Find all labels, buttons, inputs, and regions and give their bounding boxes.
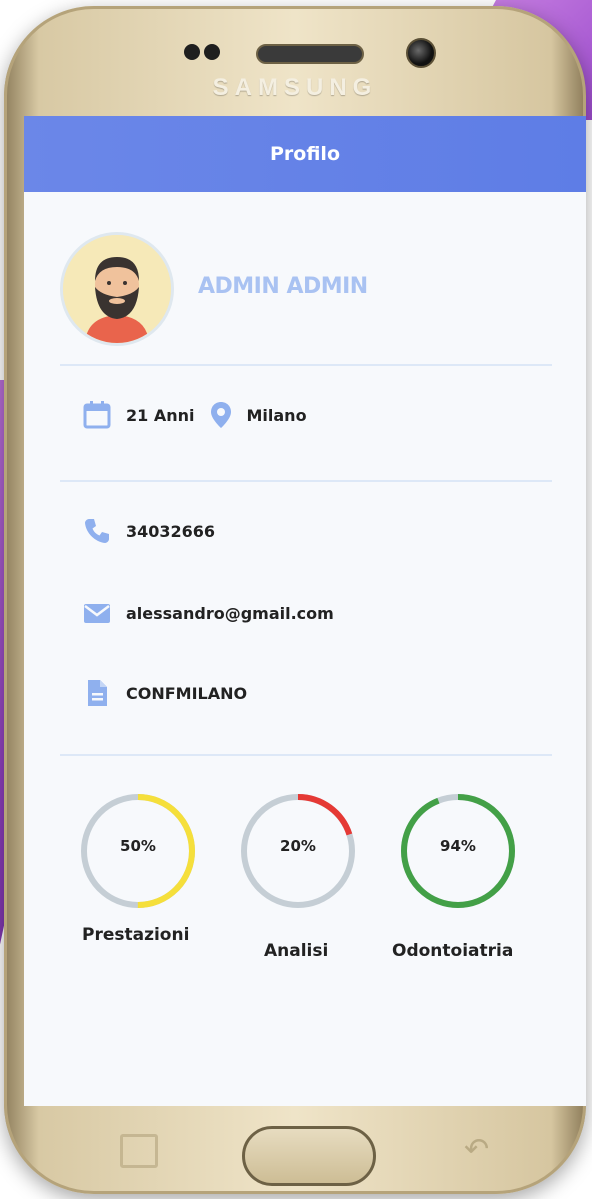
- gauge-analisi[interactable]: 20%: [238, 791, 358, 915]
- divider: [60, 480, 552, 482]
- recent-apps-icon[interactable]: [120, 1134, 158, 1168]
- gauge-value: 94%: [440, 837, 476, 855]
- top-app-bar: Profilo: [24, 116, 586, 192]
- phone-text: 34032666: [126, 521, 216, 541]
- profile-name: ADMIN ADMIN: [198, 274, 368, 299]
- page-title: Profilo: [270, 143, 340, 165]
- phone-icon: [85, 519, 109, 543]
- gauge-label: Prestazioni: [82, 925, 190, 945]
- email-row[interactable]: alessandro@gmail.com: [82, 598, 334, 628]
- gauge-odontoiatria[interactable]: 94%: [398, 791, 518, 915]
- document-icon: [88, 680, 107, 706]
- home-button[interactable]: [242, 1126, 376, 1186]
- divider: [60, 364, 552, 366]
- age-location-row: 21 Anni Milano: [82, 400, 307, 430]
- gauge-prestazioni[interactable]: 50%: [78, 791, 198, 915]
- avatar-illustration-icon: [63, 235, 171, 343]
- gauge-value: 50%: [120, 837, 156, 855]
- divider: [60, 754, 552, 756]
- earpiece: [256, 44, 364, 64]
- avatar[interactable]: [60, 232, 174, 346]
- front-camera: [406, 38, 436, 68]
- gauge-label: Odontoiatria: [392, 941, 514, 961]
- stats-section: 50% Prestazioni 20% Analisi 94% Odontoia…: [24, 791, 586, 991]
- gauge-value: 20%: [280, 837, 316, 855]
- device-brand: SAMSUNG: [212, 74, 378, 101]
- mail-icon: [84, 604, 110, 623]
- gauge-label: Analisi: [264, 941, 329, 961]
- sensor-dots: [184, 44, 224, 64]
- app-screen: Profilo ADMIN ADMIN 21 Anni Milano 34032…: [24, 116, 586, 1106]
- email-text: alessandro@gmail.com: [126, 603, 334, 623]
- calendar-icon: [83, 401, 111, 429]
- age-text: 21 Anni: [126, 405, 195, 425]
- code-row: CONFMILANO: [82, 678, 247, 708]
- phone-frame: SAMSUNG Profilo ADMIN ADMIN 21 Anni Mila…: [4, 6, 586, 1194]
- profile-header: ADMIN ADMIN: [24, 226, 586, 346]
- phone-row[interactable]: 34032666: [82, 516, 215, 546]
- code-text: CONFMILANO: [126, 683, 248, 703]
- location-pin-icon: [211, 402, 232, 428]
- city-text: Milano: [246, 405, 307, 425]
- back-icon[interactable]: ↶: [464, 1132, 489, 1167]
